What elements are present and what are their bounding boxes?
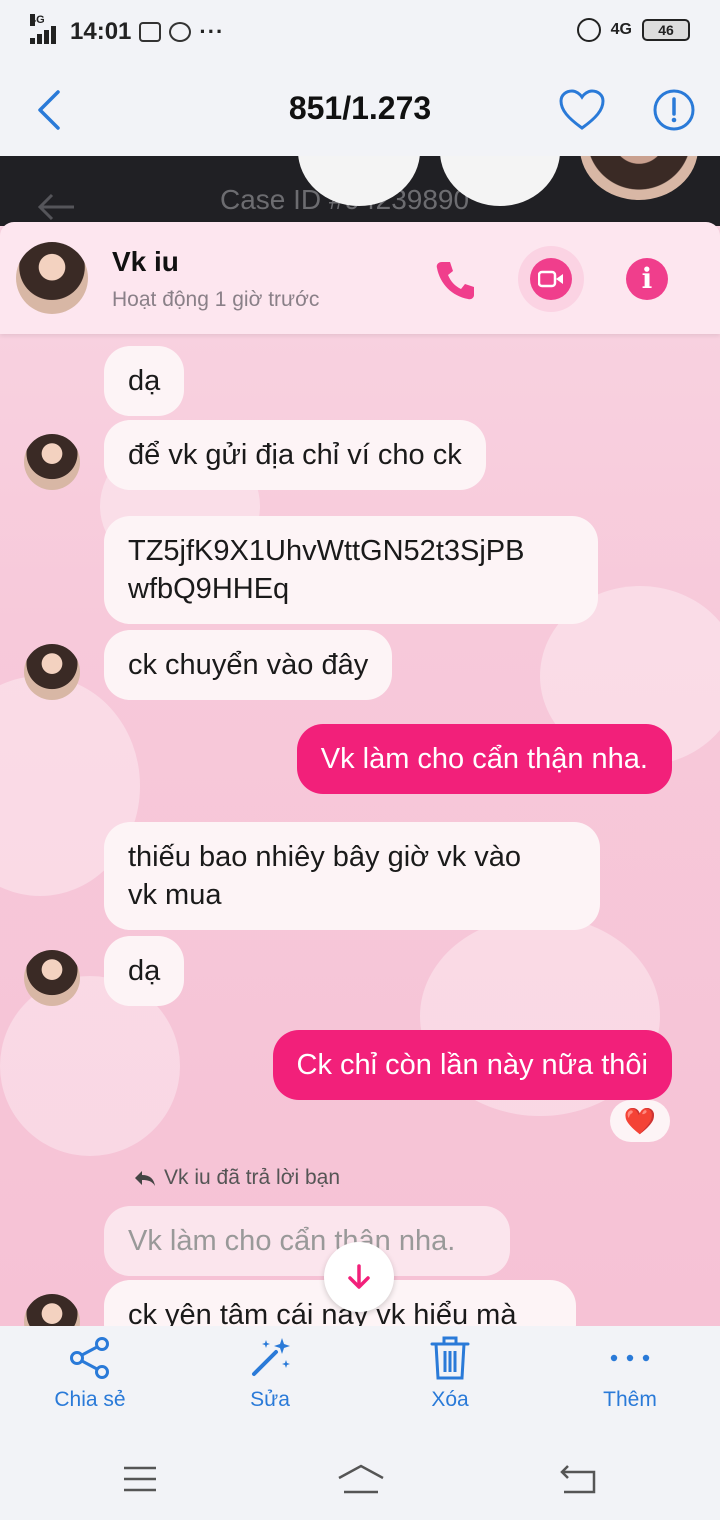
more-dots-icon xyxy=(610,1354,650,1362)
message-bubble: ck chuyển vào đây xyxy=(104,630,393,700)
message-bubble: để vk gửi địa chỉ ví cho ck xyxy=(104,420,486,490)
contact-name: Vk iu xyxy=(112,246,179,277)
signal-icon: 4G xyxy=(30,14,62,44)
status-bar: 4G 14:01 ··· 4G 46 xyxy=(0,0,720,64)
more-notifications-icon: ··· xyxy=(199,19,225,44)
message-bubble: TZ5jfK9X1UhvWttGN52t3SjPB wfbQ9HHEq xyxy=(104,516,598,624)
sender-avatar xyxy=(24,644,80,700)
favorite-button[interactable] xyxy=(558,88,606,132)
alarm-icon xyxy=(576,18,601,42)
message-bubble-sent: Ck chỉ còn lần này nữa thôi xyxy=(272,1030,672,1100)
edit-label: Sửa xyxy=(250,1388,290,1411)
message-bubble: thiếu bao nhiêy bây giờ vk vào vk mua xyxy=(104,822,600,930)
arrow-left-icon xyxy=(37,193,74,221)
reply-arrow-icon xyxy=(135,1171,155,1186)
message-bubble-sent: Vk làm cho cẩn thận nha. xyxy=(296,724,672,794)
delete-button[interactable]: Xóa xyxy=(360,1326,540,1436)
clock: 14:01 xyxy=(70,18,132,45)
edit-button[interactable]: Sửa xyxy=(180,1326,360,1436)
video-call-icon xyxy=(518,246,584,312)
reply-note: Vk iu đã trả lời bạn xyxy=(132,1166,340,1190)
action-bar: Chia sẻ Sửa Xóa Thêm xyxy=(0,1326,720,1436)
zalo-notification-icon xyxy=(169,22,192,42)
back-nav-icon[interactable] xyxy=(558,1462,602,1496)
scroll-down-icon xyxy=(324,1242,394,1312)
home-icon[interactable] xyxy=(336,1462,386,1496)
details-button[interactable] xyxy=(652,88,696,132)
network-type: 4G xyxy=(30,14,45,26)
viewer-header: 851/1.273 xyxy=(0,64,720,156)
share-button[interactable]: Chia sẻ xyxy=(0,1326,180,1436)
message-bubble: dạ xyxy=(104,936,185,1006)
sender-avatar xyxy=(24,1294,80,1326)
chat-header: Vk iu Hoạt động 1 giờ trước i xyxy=(0,222,720,334)
battery-icon: 46 xyxy=(642,19,690,41)
status-left: 4G 14:01 ··· xyxy=(30,14,225,46)
delete-label: Xóa xyxy=(431,1388,469,1411)
contact-status: Hoạt động 1 giờ trước xyxy=(112,288,320,311)
share-label: Chia sẻ xyxy=(54,1388,126,1411)
magic-wand-icon xyxy=(252,1338,290,1376)
quoted-message: Vk làm cho cẩn thận nha. xyxy=(104,1206,510,1276)
contact-avatar xyxy=(16,242,88,314)
share-icon xyxy=(70,1337,109,1379)
more-label: Thêm xyxy=(603,1388,657,1411)
heart-reaction: ❤️ xyxy=(610,1100,670,1142)
sender-avatar xyxy=(24,434,80,490)
menu-icon[interactable] xyxy=(118,1462,162,1496)
image-counter: 851/1.273 xyxy=(288,90,432,126)
message-bubble: dạ xyxy=(104,346,185,416)
sender-avatar xyxy=(24,950,80,1006)
message-notification-icon xyxy=(139,22,162,42)
reply-note-text: Vk iu đã trả lời bạn xyxy=(164,1166,341,1189)
info-icon: i xyxy=(626,258,668,300)
battery-level: 46 xyxy=(658,22,674,38)
system-nav-bar xyxy=(0,1436,720,1520)
network-type-right: 4G xyxy=(610,21,632,38)
more-button[interactable]: Thêm xyxy=(540,1326,720,1436)
phone-icon xyxy=(436,262,474,300)
exclamation-circle-icon xyxy=(653,89,695,131)
status-right: 4G 46 xyxy=(576,18,690,42)
screenshot-image: Case ID #94239890 Vk iu Hoạt động 1 giờ … xyxy=(0,156,720,1326)
trash-icon xyxy=(430,1336,470,1380)
heart-icon xyxy=(559,89,605,130)
